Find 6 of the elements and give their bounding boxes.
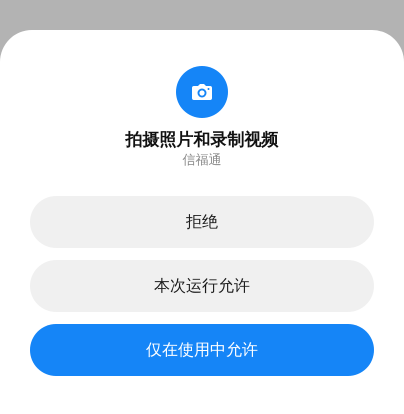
permission-title: 拍摄照片和录制视频: [126, 129, 278, 152]
camera-icon: [176, 66, 228, 118]
permission-button[interactable]: 仅在使用中允许: [30, 324, 374, 376]
app-name: 信福通: [182, 152, 222, 170]
permission-button[interactable]: 拒绝: [30, 196, 374, 248]
permission-button[interactable]: 本次运行允许: [30, 260, 374, 312]
